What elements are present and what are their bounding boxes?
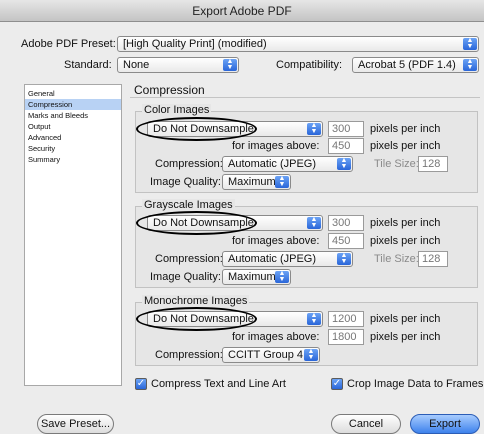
ppi-label: pixels per inch <box>370 123 441 135</box>
color-compression-select[interactable]: Automatic (JPEG) ▲ ▼ <box>222 156 353 172</box>
color-quality-select[interactable]: Maximum ▲ ▼ <box>222 174 291 190</box>
window-title: Export Adobe PDF <box>0 0 484 22</box>
monochrome-images-title: Monochrome Images <box>142 295 250 307</box>
compression-label: Compression: <box>155 253 223 265</box>
panel-title: Compression <box>134 83 205 97</box>
checkmark-icon: ✓ <box>136 378 146 389</box>
tile-size-label: Tile Size: <box>374 253 419 265</box>
panel-divider <box>130 97 480 98</box>
select-arrows-icon: ▲ ▼ <box>275 270 289 283</box>
save-preset-button[interactable]: Save Preset... <box>37 414 114 434</box>
grayscale-ppi-field[interactable]: 300 <box>328 215 364 231</box>
select-arrows-icon: ▲ ▼ <box>307 122 321 135</box>
checkmark-icon: ✓ <box>332 378 342 389</box>
grayscale-quality-value: Maximum <box>228 271 276 283</box>
export-button[interactable]: Export <box>410 414 480 434</box>
standard-value: None <box>123 59 150 71</box>
select-arrows-icon: ▲ ▼ <box>307 216 321 229</box>
monochrome-compression-select[interactable]: CCITT Group 4 ▲ ▼ <box>222 347 320 363</box>
monochrome-above-field[interactable]: 1800 <box>328 329 364 345</box>
grayscale-tile-size-field[interactable]: 128 <box>418 251 448 267</box>
monochrome-compression-value: CCITT Group 4 <box>228 349 303 361</box>
monochrome-ppi-field[interactable]: 1200 <box>328 311 364 327</box>
highlight-oval <box>136 307 257 331</box>
grayscale-compression-select[interactable]: Automatic (JPEG) ▲ ▼ <box>222 251 353 267</box>
sidebar-item-summary[interactable]: Summary <box>25 154 121 165</box>
highlight-oval <box>136 117 257 141</box>
select-arrows-icon: ▲ ▼ <box>463 37 477 50</box>
color-images-title: Color Images <box>142 104 212 116</box>
compatibility-select[interactable]: Acrobat 5 (PDF 1.4) ▲ ▼ <box>352 57 479 73</box>
category-list[interactable]: General Compression Marks and Bleeds Out… <box>24 84 122 386</box>
sidebar-item-advanced[interactable]: Advanced <box>25 132 121 143</box>
grayscale-above-field[interactable]: 450 <box>328 233 364 249</box>
image-quality-label: Image Quality: <box>150 176 221 188</box>
standard-select[interactable]: None ▲ ▼ <box>117 57 239 73</box>
grayscale-images-title: Grayscale Images <box>142 199 235 211</box>
compatibility-label: Compatibility: <box>276 59 343 71</box>
sidebar-item-compression[interactable]: Compression <box>25 99 121 110</box>
color-compression-value: Automatic (JPEG) <box>228 158 317 170</box>
color-tile-size-field[interactable]: 128 <box>418 156 448 172</box>
select-arrows-icon: ▲ ▼ <box>304 348 318 361</box>
sidebar-item-output[interactable]: Output <box>25 121 121 132</box>
ppi-label: pixels per inch <box>370 313 441 325</box>
grayscale-quality-select[interactable]: Maximum ▲ ▼ <box>222 269 291 285</box>
ppi-label: pixels per inch <box>370 217 441 229</box>
sidebar-item-general[interactable]: General <box>25 88 121 99</box>
crop-image-checkbox[interactable]: ✓ <box>331 378 343 390</box>
above-label: for images above: <box>232 331 320 343</box>
ppi-label: pixels per inch <box>370 235 441 247</box>
color-quality-value: Maximum <box>228 176 276 188</box>
preset-select[interactable]: [High Quality Print] (modified) ▲ ▼ <box>117 36 479 52</box>
cancel-button[interactable]: Cancel <box>331 414 401 434</box>
select-arrows-icon: ▲ ▼ <box>337 157 351 170</box>
select-arrows-icon: ▲ ▼ <box>337 252 351 265</box>
select-arrows-icon: ▲ ▼ <box>307 312 321 325</box>
compress-text-label: Compress Text and Line Art <box>151 378 286 390</box>
standard-label: Standard: <box>64 59 112 71</box>
grayscale-compression-value: Automatic (JPEG) <box>228 253 317 265</box>
preset-value: [High Quality Print] (modified) <box>123 38 267 50</box>
above-label: for images above: <box>232 140 320 152</box>
select-arrows-icon: ▲ ▼ <box>463 58 477 71</box>
compression-label: Compression: <box>155 158 223 170</box>
ppi-label: pixels per inch <box>370 331 441 343</box>
ppi-label: pixels per inch <box>370 140 441 152</box>
sidebar-item-security[interactable]: Security <box>25 143 121 154</box>
crop-image-label: Crop Image Data to Frames <box>347 378 484 390</box>
select-arrows-icon: ▲ ▼ <box>223 58 237 71</box>
sidebar-item-marks-and-bleeds[interactable]: Marks and Bleeds <box>25 110 121 121</box>
color-above-field[interactable]: 450 <box>328 138 364 154</box>
above-label: for images above: <box>232 235 320 247</box>
compatibility-value: Acrobat 5 (PDF 1.4) <box>358 59 456 71</box>
highlight-oval <box>136 211 257 235</box>
color-ppi-field[interactable]: 300 <box>328 121 364 137</box>
select-arrows-icon: ▲ ▼ <box>275 175 289 188</box>
compress-text-checkbox[interactable]: ✓ <box>135 378 147 390</box>
compression-label: Compression: <box>155 349 223 361</box>
tile-size-label: Tile Size: <box>374 158 419 170</box>
image-quality-label: Image Quality: <box>150 271 221 283</box>
preset-label: Adobe PDF Preset: <box>21 38 116 50</box>
